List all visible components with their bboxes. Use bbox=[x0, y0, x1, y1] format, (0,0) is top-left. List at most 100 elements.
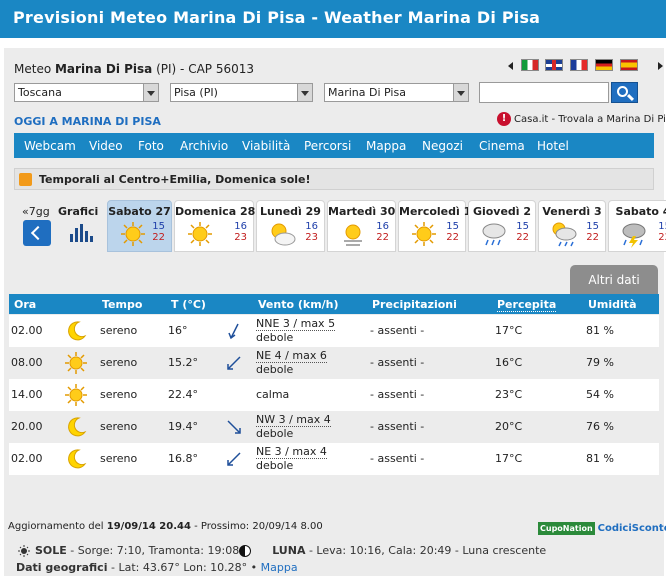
table-row: 02.00 sereno 16° NNE 3 / max 5 debole - … bbox=[9, 315, 659, 347]
day-name: Mercoledì 1 bbox=[399, 205, 472, 218]
gb-flag-icon[interactable] bbox=[545, 59, 563, 71]
row-precip: - assenti - bbox=[370, 356, 425, 369]
chevron-down-icon[interactable] bbox=[453, 84, 468, 101]
day-tab[interactable]: Giovedì 2 15 22 bbox=[468, 200, 536, 252]
row-percepita: 20°C bbox=[495, 420, 523, 433]
moon-text: - Leva: 10:16, Cala: 20:49 - Luna cresce… bbox=[305, 544, 547, 557]
day-tab[interactable]: Sabato 27 15 22 bbox=[107, 200, 172, 252]
day-tab[interactable]: Martedì 30 16 22 bbox=[327, 200, 396, 252]
sun-icon bbox=[121, 222, 145, 246]
it-flag-icon[interactable] bbox=[521, 59, 539, 71]
table-header: Ora Tempo T (°C) Vento (km/h) Precipitaz… bbox=[9, 294, 659, 314]
nav-cinema[interactable]: Cinema bbox=[479, 139, 525, 153]
row-percepita: 23°C bbox=[495, 388, 523, 401]
fr-flag-icon[interactable] bbox=[570, 59, 588, 71]
province-select[interactable]: Pisa (PI) bbox=[170, 83, 313, 102]
region-select[interactable]: Toscana bbox=[14, 83, 159, 102]
location-suffix: (PI) - CAP 56013 bbox=[152, 62, 255, 76]
table-row: 02.00 sereno 16.8° NE 3 / max 4 debole -… bbox=[9, 443, 659, 475]
wind-arrow-icon bbox=[227, 420, 241, 434]
day-tmax: 22 bbox=[152, 232, 165, 243]
oggi-link[interactable]: OGGI A MARINA DI PISA bbox=[14, 115, 161, 128]
moon-phase-icon bbox=[239, 545, 251, 557]
altri-dati-button[interactable]: Altri dati Meteo bbox=[570, 265, 658, 317]
day-tmin: 15 bbox=[446, 221, 459, 232]
search-input[interactable] bbox=[479, 82, 609, 103]
chevron-down-icon[interactable] bbox=[143, 84, 158, 101]
day-tab[interactable]: Lunedì 29 16 23 bbox=[256, 200, 325, 252]
col-percepita[interactable]: Percepita bbox=[497, 298, 557, 312]
row-temp: 19.4° bbox=[168, 420, 198, 433]
row-percepita: 16°C bbox=[495, 356, 523, 369]
update-info: Aggiornamento del 19/09/14 20.44 - Pross… bbox=[8, 521, 323, 532]
moon-icon bbox=[68, 417, 87, 437]
nav-hotel[interactable]: Hotel bbox=[537, 139, 569, 153]
day-tab[interactable]: Sabato 4 15 22 bbox=[608, 200, 666, 252]
search-button[interactable] bbox=[611, 82, 638, 103]
row-umidita: 79 % bbox=[586, 356, 614, 369]
nav-archivio[interactable]: Archivio bbox=[180, 139, 228, 153]
day-tab[interactable]: Mercoledì 1 15 22 bbox=[398, 200, 472, 252]
news-banner[interactable]: Temporali al Centro+Emilia, Domenica sol… bbox=[14, 168, 654, 190]
nav-video[interactable]: Video bbox=[89, 139, 123, 153]
main-nav: Webcam Video Foto Archivio Viabilità Per… bbox=[14, 133, 654, 158]
nav-percorsi[interactable]: Percorsi bbox=[304, 139, 351, 153]
row-wind-desc: debole bbox=[256, 427, 294, 440]
moon-label: LUNA bbox=[272, 544, 306, 557]
map-link[interactable]: Mappa bbox=[261, 561, 298, 574]
row-umidita: 76 % bbox=[586, 420, 614, 433]
day-tmin: 16 bbox=[234, 221, 247, 232]
row-wind-desc: debole bbox=[256, 363, 294, 376]
row-wind: NE 4 / max 6 bbox=[256, 349, 327, 363]
row-wind: NNE 3 / max 5 bbox=[256, 317, 336, 331]
chevron-down-icon[interactable] bbox=[297, 84, 312, 101]
update-label: Aggiornamento del bbox=[8, 521, 107, 532]
astro-info: SOLE - Sorge: 7:10, Tramonta: 19:08 LUNA … bbox=[18, 544, 546, 557]
table-row: 14.00 sereno 22.4° calma - assenti - 23°… bbox=[9, 379, 659, 411]
sun-haze-icon bbox=[344, 224, 362, 246]
city-select[interactable]: Marina Di Pisa bbox=[324, 83, 469, 102]
geo-info: Dati geografici - Lat: 43.67° Lon: 10.28… bbox=[16, 561, 298, 574]
row-temp: 22.4° bbox=[168, 388, 198, 401]
day-tmax: 22 bbox=[376, 232, 389, 243]
row-precip: - assenti - bbox=[370, 324, 425, 337]
row-wind: NW 3 / max 4 bbox=[256, 413, 331, 427]
nav-mappa[interactable]: Mappa bbox=[366, 139, 406, 153]
row-percepita: 17°C bbox=[495, 324, 523, 337]
row-wind: NE 3 / max 4 bbox=[256, 445, 327, 459]
row-umidita: 54 % bbox=[586, 388, 614, 401]
nav-negozi[interactable]: Negozi bbox=[422, 139, 463, 153]
cuponation-link[interactable]: CupoNation CodiciSconto bbox=[538, 521, 666, 535]
sun-icon bbox=[65, 384, 87, 406]
row-tempo: sereno bbox=[100, 420, 138, 433]
arrow-right-icon[interactable] bbox=[658, 62, 663, 70]
nav-foto[interactable]: Foto bbox=[138, 139, 164, 153]
es-flag-icon[interactable] bbox=[620, 59, 638, 71]
day-tmin: 15 bbox=[516, 221, 529, 232]
row-temp: 16° bbox=[168, 324, 188, 337]
col-umidita: Umidità bbox=[588, 298, 637, 311]
row-wind-desc: debole bbox=[256, 459, 294, 472]
day-tab[interactable]: Domenica 28 16 23 bbox=[174, 200, 255, 252]
sun-text: - Sorge: 7:10, Tramonta: 19:08 bbox=[66, 544, 240, 557]
table-row: 20.00 sereno 19.4° NW 3 / max 4 debole -… bbox=[9, 411, 659, 443]
row-umidita: 81 % bbox=[586, 452, 614, 465]
day-tmax: 22 bbox=[446, 232, 459, 243]
day-name: Giovedì 2 bbox=[472, 205, 532, 218]
row-ora: 14.00 bbox=[11, 388, 43, 401]
title-bar: Previsioni Meteo Marina Di Pisa - Weathe… bbox=[0, 0, 666, 38]
casa-link[interactable]: ! Casa.it - Trovala a Marina Di Pisa bbox=[497, 112, 666, 126]
row-tempo: sereno bbox=[100, 452, 138, 465]
row-percepita: 17°C bbox=[495, 452, 523, 465]
de-flag-icon[interactable] bbox=[595, 59, 613, 71]
cuponation-logo: CupoNation bbox=[538, 521, 595, 535]
region-value: Toscana bbox=[18, 86, 62, 99]
day-name: Lunedì 29 bbox=[260, 205, 321, 218]
day-tmax: 23 bbox=[305, 232, 318, 243]
nav-viabilita[interactable]: Viabilità bbox=[242, 139, 290, 153]
day-tab[interactable]: Venerdì 3 15 22 bbox=[538, 200, 606, 252]
arrow-left-icon[interactable] bbox=[508, 62, 513, 70]
location-name: Marina Di Pisa bbox=[54, 62, 153, 76]
nav-webcam[interactable]: Webcam bbox=[24, 139, 76, 153]
page-title: Previsioni Meteo Marina Di Pisa - Weathe… bbox=[13, 8, 541, 27]
